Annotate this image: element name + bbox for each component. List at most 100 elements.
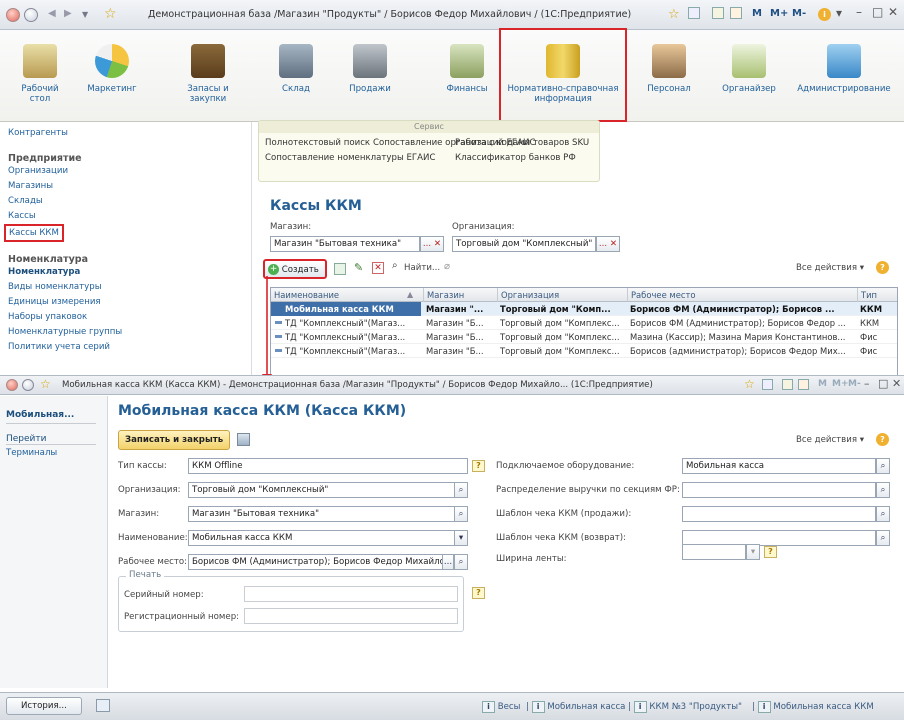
section-finance[interactable]: Финансы xyxy=(436,30,498,122)
cancel-search-icon[interactable]: ⌀ xyxy=(444,261,450,272)
favorites-star-icon[interactable]: ☆ xyxy=(40,377,51,391)
save-icon[interactable] xyxy=(237,433,250,446)
service-bank-classifier[interactable]: Классификатор банков РФ xyxy=(455,153,576,163)
status-item[interactable]: | i ККМ №3 "Продукты" xyxy=(628,701,742,713)
calculator-icon[interactable] xyxy=(712,7,724,19)
workplace-select-button[interactable]: ... xyxy=(442,554,454,570)
service-fulltext-search[interactable]: Полнотекстовый поиск xyxy=(265,138,370,148)
section-marketing[interactable]: Маркетинг xyxy=(82,30,142,122)
status-item[interactable]: | i Мобильная касса xyxy=(526,701,625,713)
messages-icon[interactable] xyxy=(96,699,110,712)
maximize-button[interactable]: □ xyxy=(872,5,883,19)
organization-search-icon[interactable]: ⌕ xyxy=(454,482,468,498)
nav-nomenclature-groups[interactable]: Номенклатурные группы xyxy=(8,325,122,340)
memory-plus-button[interactable]: M+ xyxy=(832,379,849,389)
store-filter-field[interactable]: Магазин "Бытовая техника" xyxy=(270,236,420,252)
favorites-star-icon[interactable]: ☆ xyxy=(104,6,117,22)
section-desktop[interactable]: Рабочий стол xyxy=(10,30,70,122)
check-return-search-icon[interactable]: ⌕ xyxy=(876,530,890,546)
memory-minus-button[interactable]: M- xyxy=(792,8,806,19)
org-filter-field[interactable]: Торговый дом "Комплексный" xyxy=(452,236,596,252)
back-arrow-icon[interactable]: ◀ xyxy=(48,8,56,19)
section-stocks[interactable]: Запасы и закупки xyxy=(178,30,238,122)
store-filter-clear-button[interactable]: ... ✕ xyxy=(420,236,444,252)
memory-button[interactable]: M xyxy=(818,379,827,389)
star-icon[interactable]: ☆ xyxy=(668,7,680,22)
calculator-icon[interactable] xyxy=(782,379,793,390)
all-actions-menu[interactable]: Все действия ▾ xyxy=(796,263,864,273)
help-question-icon[interactable]: ? xyxy=(764,546,777,558)
nav-terminals[interactable]: Терминалы xyxy=(6,446,57,461)
tape-width-dropdown-icon[interactable]: ▾ xyxy=(746,544,760,560)
table-row[interactable]: Мобильная касса ККМ Магазин "... Торговы… xyxy=(271,302,897,316)
edit-pencil-icon[interactable]: ✎ xyxy=(354,261,363,274)
section-staff[interactable]: Персонал xyxy=(638,30,700,122)
name-field[interactable]: Мобильная касса ККМ xyxy=(188,530,456,546)
dropdown-menu-icon[interactable] xyxy=(22,379,34,391)
nav-warehouses[interactable]: Склады xyxy=(8,194,122,209)
all-actions-menu[interactable]: Все действия ▾ xyxy=(796,435,864,445)
reg-number-field[interactable] xyxy=(244,608,458,624)
calendar-icon[interactable] xyxy=(730,7,742,19)
minimize-button[interactable]: – xyxy=(856,5,862,19)
check-template-sale-field[interactable] xyxy=(682,506,876,522)
name-dropdown-icon[interactable]: ▾ xyxy=(454,530,468,546)
section-sales[interactable]: Продажи xyxy=(338,30,402,122)
star-icon[interactable]: ☆ xyxy=(744,377,755,391)
workplace-field[interactable]: Борисов ФМ (Администратор); Борисов Федо… xyxy=(188,554,444,570)
minimize-button[interactable]: – xyxy=(864,377,870,390)
section-warehouse[interactable]: Склад xyxy=(266,30,326,122)
table-row[interactable]: ТД "Комплексный"(Магаз... Магазин "Б... … xyxy=(271,330,897,344)
nav-counterparties[interactable]: Контрагенты xyxy=(8,126,122,141)
app-menu-icon[interactable] xyxy=(6,8,20,22)
find-button[interactable]: Найти... xyxy=(404,263,440,273)
info-icon[interactable]: i xyxy=(818,8,831,21)
nav-package-sets[interactable]: Наборы упаковок xyxy=(8,310,122,325)
nav-organizations[interactable]: Организации xyxy=(8,164,122,179)
table-row[interactable]: ТД "Комплексный"(Магаз... Магазин "Б... … xyxy=(271,316,897,330)
cash-type-field[interactable]: ККМ Offline xyxy=(188,458,468,474)
equipment-field[interactable]: Мобильная касса xyxy=(682,458,876,474)
workplace-search-icon[interactable]: ⌕ xyxy=(454,554,468,570)
kassy-table[interactable]: Наименование ▲ Магазин Организация Рабоч… xyxy=(270,287,898,377)
memory-plus-button[interactable]: M+ xyxy=(770,8,788,19)
delete-mark-icon[interactable]: ✕ xyxy=(372,262,384,274)
tape-width-field[interactable] xyxy=(682,544,746,560)
check-sale-search-icon[interactable]: ⌕ xyxy=(876,506,890,522)
close-button[interactable]: ✕ xyxy=(892,377,901,390)
history-button[interactable]: История... xyxy=(6,697,82,715)
status-item[interactable]: | i Мобильная касса ККМ xyxy=(752,701,874,713)
table-row[interactable]: ТД "Комплексный"(Магаз... Магазин "Б... … xyxy=(271,344,897,358)
nav-stores[interactable]: Магазины xyxy=(8,179,122,194)
section-admin[interactable]: Администрирование xyxy=(792,30,896,122)
help-question-icon[interactable]: ? xyxy=(472,587,485,599)
nav-serial-policies[interactable]: Политики учета серий xyxy=(8,340,122,355)
store-field[interactable]: Магазин "Бытовая техника" xyxy=(188,506,456,522)
save-and-close-button[interactable]: Записать и закрыть xyxy=(118,430,231,450)
revenue-distribution-field[interactable] xyxy=(682,482,876,498)
memory-minus-button[interactable]: M- xyxy=(848,379,861,389)
column-name[interactable]: Наименование xyxy=(271,288,421,302)
forward-arrow-icon[interactable]: ▶ xyxy=(64,8,72,19)
dropdown-menu-icon[interactable] xyxy=(24,8,38,22)
equipment-search-icon[interactable]: ⌕ xyxy=(876,458,890,474)
nav-nomenclature[interactable]: Номенклатура xyxy=(8,265,122,280)
nav-kkm-cashboxes[interactable]: Кассы ККМ xyxy=(4,224,64,242)
help-question-icon[interactable]: ? xyxy=(472,460,485,472)
copy-icon[interactable] xyxy=(334,263,346,275)
column-org[interactable]: Организация xyxy=(497,288,627,302)
org-filter-clear-button[interactable]: ... ✕ xyxy=(596,236,620,252)
help-icon[interactable]: ? xyxy=(876,433,889,446)
nav-units[interactable]: Единицы измерения xyxy=(8,295,122,310)
revenue-search-icon[interactable]: ⌕ xyxy=(876,482,890,498)
link-icon[interactable] xyxy=(762,379,773,390)
service-egais-nomenclature-mapping[interactable]: Сопоставление номенклатуры ЕГАИС xyxy=(265,153,435,163)
app-menu-icon[interactable] xyxy=(6,379,18,391)
serial-number-field[interactable] xyxy=(244,586,458,602)
close-button[interactable]: ✕ xyxy=(888,5,898,19)
status-item[interactable]: i Весы xyxy=(482,701,520,713)
column-workplace[interactable]: Рабочее место xyxy=(627,288,857,302)
nav-nomenclature-types[interactable]: Виды номенклатуры xyxy=(8,280,122,295)
memory-button[interactable]: M xyxy=(752,8,762,19)
search-icon[interactable]: ⌕ xyxy=(392,260,398,271)
